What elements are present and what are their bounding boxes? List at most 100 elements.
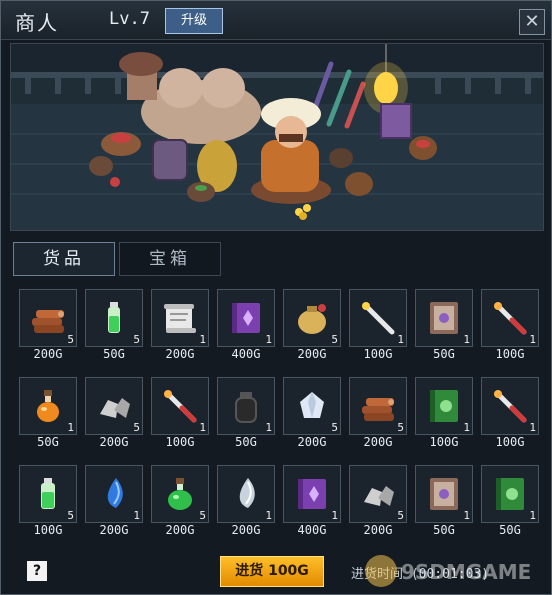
purple-spellbook-icon [232, 303, 260, 333]
item-quantity: 1 [199, 333, 206, 346]
item-price: 100G [363, 347, 393, 361]
watermark-text: 9SDMGAME [401, 560, 531, 584]
item-quantity: 1 [265, 509, 272, 522]
item-frame: 5 [349, 465, 407, 523]
item-frame: 1 [481, 377, 539, 435]
item-frame: 1 [283, 465, 341, 523]
item-price: 100G [495, 347, 525, 361]
item-price: 200G [297, 435, 327, 449]
scroll-icon [164, 304, 196, 333]
green-vial-icon [41, 478, 55, 509]
magic-wand-icon [362, 302, 395, 335]
item-quantity: 5 [397, 421, 404, 434]
item-price: 200G [165, 347, 195, 361]
item-quantity: 1 [463, 333, 470, 346]
item-frame: 5 [85, 377, 143, 435]
merchant-level: Lv.7 [109, 9, 150, 29]
item-price: 50G [37, 435, 59, 449]
close-button[interactable]: ✕ [519, 9, 545, 35]
green-spellbook-icon [430, 390, 458, 422]
title-bar: 商人 Lv.7 升级 ✕ [1, 1, 551, 40]
wood-logs-icon [32, 310, 64, 333]
orange-potion-icon [37, 390, 59, 422]
item-quantity: 1 [463, 421, 470, 434]
item-quantity: 5 [397, 509, 404, 522]
item-frame: 5 [283, 377, 341, 435]
item-quantity: 1 [529, 421, 536, 434]
item-price: 50G [103, 347, 125, 361]
item-quantity: 5 [199, 509, 206, 522]
item-frame: 1 [217, 377, 275, 435]
brown-spellbook-icon [430, 302, 458, 334]
item-quantity: 1 [265, 421, 272, 434]
red-wand-icon [164, 390, 197, 423]
item-frame: 1 [151, 377, 209, 435]
item-quantity: 1 [331, 509, 338, 522]
item-frame: 1 [217, 465, 275, 523]
item-price: 50G [433, 523, 455, 537]
help-button[interactable]: ? [27, 561, 47, 581]
item-quantity: 1 [265, 333, 272, 346]
green-vial-icon [108, 302, 120, 333]
item-quantity: 1 [199, 421, 206, 434]
tab-chests[interactable]: 宝箱 [119, 242, 221, 276]
item-price: 50G [235, 435, 257, 449]
iron-ore-icon [100, 398, 130, 418]
item-price: 400G [297, 523, 327, 537]
item-price: 400G [231, 347, 261, 361]
item-frame: 1 [85, 465, 143, 523]
item-quantity: 5 [331, 333, 338, 346]
item-frame: 1 [415, 465, 473, 523]
purple-spellbook-icon [298, 479, 326, 509]
item-quantity: 1 [133, 509, 140, 522]
item-frame: 1 [415, 377, 473, 435]
item-frame: 5 [283, 289, 341, 347]
item-frame: 5 [19, 289, 77, 347]
item-price: 100G [33, 523, 63, 537]
item-frame: 1 [19, 377, 77, 435]
item-price: 200G [165, 523, 195, 537]
item-price: 100G [165, 435, 195, 449]
item-frame: 5 [85, 289, 143, 347]
item-frame: 1 [349, 289, 407, 347]
item-price: 200G [33, 347, 63, 361]
item-quantity: 1 [529, 333, 536, 346]
item-price: 200G [231, 523, 261, 537]
wood-logs-icon [362, 398, 394, 421]
merchant-scene [10, 43, 544, 231]
item-quantity: 1 [529, 509, 536, 522]
red-wand-icon [494, 390, 527, 423]
silver-gem-icon [239, 478, 255, 508]
item-price: 200G [363, 435, 393, 449]
item-frame: 1 [151, 289, 209, 347]
item-price: 100G [429, 435, 459, 449]
brown-spellbook-icon [430, 478, 458, 510]
green-potion-icon [168, 478, 192, 510]
crystal-icon [300, 392, 324, 418]
item-quantity: 1 [463, 509, 470, 522]
item-frame: 5 [19, 465, 77, 523]
tab-goods[interactable]: 货品 [13, 242, 115, 276]
red-wand-icon [494, 302, 527, 335]
item-price: 200G [99, 523, 129, 537]
item-price: 50G [499, 523, 521, 537]
close-icon: ✕ [524, 11, 540, 32]
gold-pouch-icon [298, 304, 326, 334]
item-price: 200G [99, 435, 129, 449]
site-watermark-logo: 9SDMGAME [365, 555, 531, 587]
item-quantity: 1 [67, 421, 74, 434]
item-price: 200G [297, 347, 327, 361]
item-frame: 1 [415, 289, 473, 347]
item-price: 200G [363, 523, 393, 537]
item-frame: 1 [217, 289, 275, 347]
item-quantity: 5 [133, 333, 140, 346]
item-quantity: 5 [331, 421, 338, 434]
merchant-scene-art [11, 44, 543, 230]
item-quantity: 5 [67, 509, 74, 522]
item-frame: 1 [481, 289, 539, 347]
item-frame: 5 [151, 465, 209, 523]
restock-button[interactable]: 进货 100G [220, 556, 324, 587]
green-spellbook-icon [496, 478, 524, 510]
upgrade-button[interactable]: 升级 [165, 8, 223, 34]
item-price: 50G [433, 347, 455, 361]
